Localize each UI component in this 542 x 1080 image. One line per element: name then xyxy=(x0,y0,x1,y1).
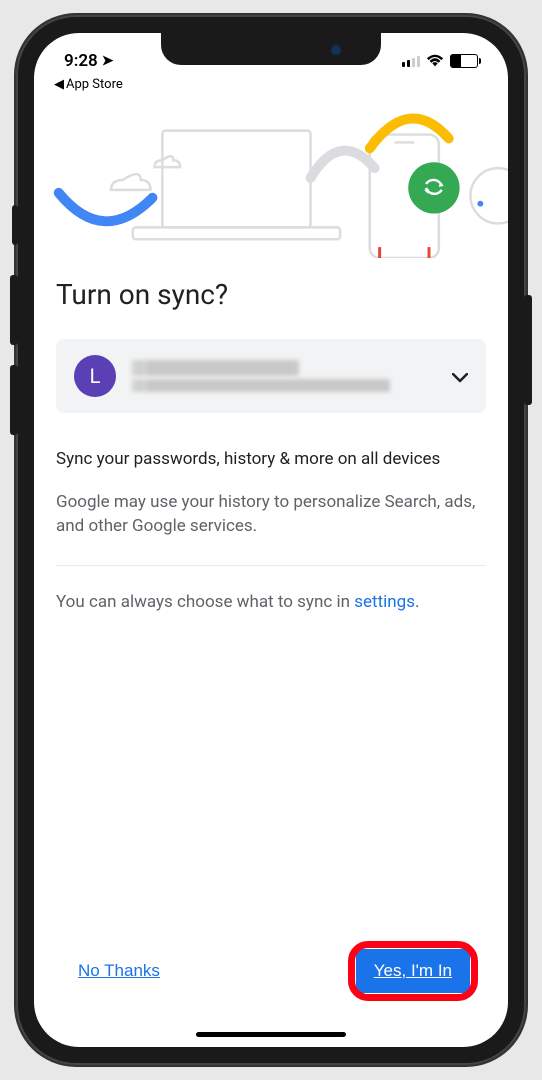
sync-illustration xyxy=(34,98,508,258)
volume-up-button xyxy=(10,275,18,345)
cellular-signal-icon xyxy=(402,55,420,67)
no-thanks-button[interactable]: No Thanks xyxy=(78,961,160,981)
divider xyxy=(56,565,486,566)
account-email-redacted xyxy=(132,379,390,392)
power-button xyxy=(524,295,532,405)
account-name-redacted xyxy=(132,360,299,376)
chevron-down-icon xyxy=(452,364,468,388)
notch xyxy=(161,33,381,65)
settings-note: You can always choose what to sync in se… xyxy=(56,592,486,612)
settings-link[interactable]: settings xyxy=(354,592,415,612)
account-selector[interactable]: L xyxy=(56,339,486,413)
settings-suffix: . xyxy=(415,592,419,612)
avatar: L xyxy=(74,355,116,397)
battery-icon xyxy=(450,54,478,68)
mute-switch xyxy=(12,205,18,245)
sync-description: Sync your passwords, history & more on a… xyxy=(56,447,486,472)
back-to-app-breadcrumb[interactable]: ◀ App Store xyxy=(34,77,508,98)
page-title: Turn on sync? xyxy=(56,278,486,311)
wifi-icon xyxy=(426,54,444,68)
account-details xyxy=(132,357,436,395)
location-icon: ➤ xyxy=(102,53,114,69)
yes-im-in-button[interactable]: Yes, I'm In xyxy=(356,949,470,993)
avatar-initial: L xyxy=(90,364,101,388)
screen: 9:28 ➤ ◀ App Store xyxy=(34,33,508,1047)
privacy-description: Google may use your history to personali… xyxy=(56,490,486,539)
phone-frame: 9:28 ➤ ◀ App Store xyxy=(16,15,526,1065)
status-time: 9:28 xyxy=(64,51,98,71)
footer-actions: No Thanks Yes, I'm In xyxy=(56,925,486,1027)
breadcrumb-label: App Store xyxy=(66,77,123,92)
volume-down-button xyxy=(10,365,18,435)
back-chevron-icon: ◀ xyxy=(54,77,64,92)
settings-prefix: You can always choose what to sync in xyxy=(56,592,354,612)
home-indicator[interactable] xyxy=(196,1032,346,1037)
